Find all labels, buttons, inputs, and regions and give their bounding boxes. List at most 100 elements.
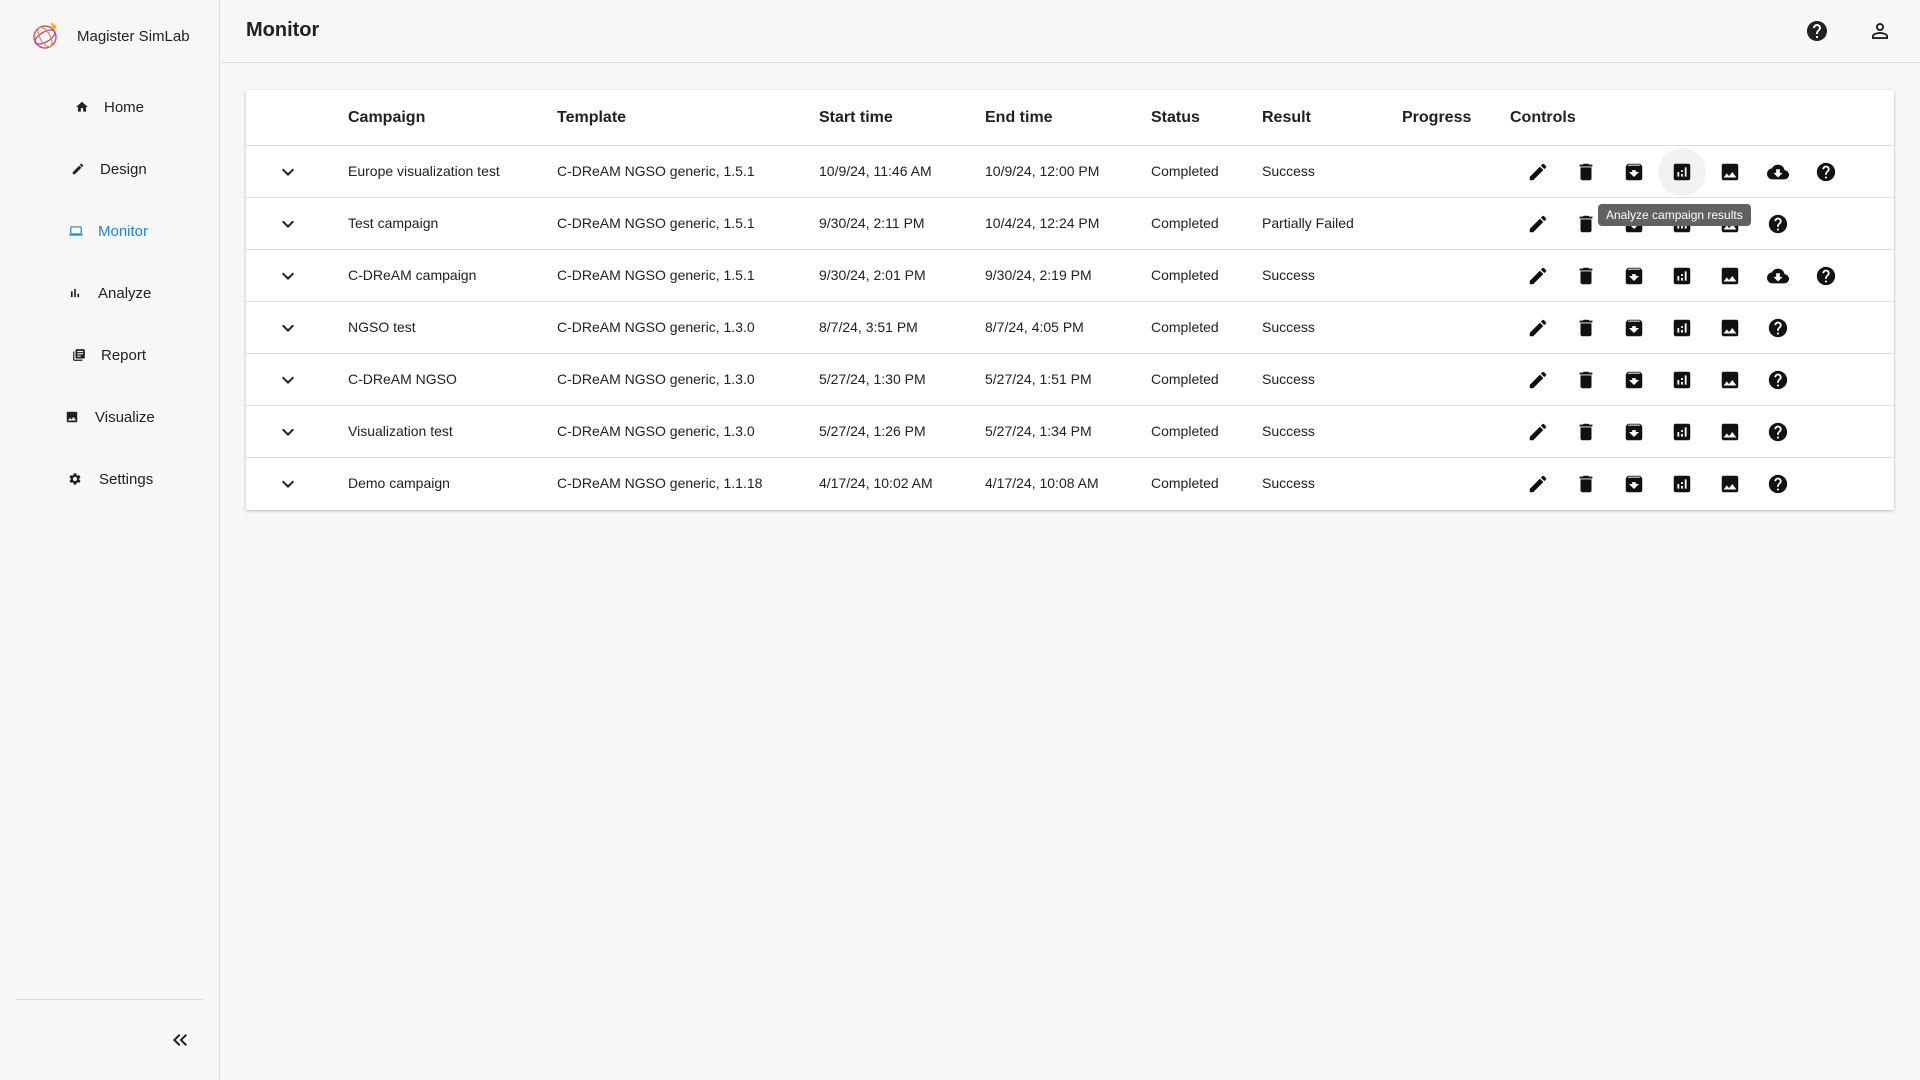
trash-icon xyxy=(1579,215,1593,233)
edit-campaign-button[interactable] xyxy=(1526,160,1550,184)
sidebar-item-label: Design xyxy=(100,160,147,178)
result: Success xyxy=(1262,267,1315,283)
chevron-down-icon xyxy=(282,480,294,488)
start-time: 5/27/24, 1:30 PM xyxy=(819,371,926,387)
column-header-status[interactable]: Status xyxy=(1151,109,1200,127)
sidebar-item-monitor[interactable]: Monitor xyxy=(0,200,220,262)
chevron-down-icon xyxy=(282,168,294,176)
column-header-start-time[interactable]: Start time xyxy=(819,109,893,127)
campaign-help-button[interactable] xyxy=(1814,160,1838,184)
sidebar-item-design[interactable]: Design xyxy=(0,138,220,200)
status: Completed xyxy=(1151,423,1219,439)
edit-campaign-button[interactable] xyxy=(1526,472,1550,496)
column-header-result[interactable]: Result xyxy=(1262,109,1311,127)
analyze-campaign-button[interactable] xyxy=(1658,148,1706,196)
logo-icon xyxy=(33,22,57,49)
analyze-campaign-button[interactable] xyxy=(1670,264,1694,288)
help-icon xyxy=(1768,474,1788,494)
visualize-campaign-button[interactable] xyxy=(1718,472,1742,496)
start-time: 9/30/24, 2:11 PM xyxy=(819,215,925,231)
sidebar-item-label: Visualize xyxy=(95,408,155,426)
delete-campaign-button[interactable] xyxy=(1574,472,1598,496)
edit-campaign-button[interactable] xyxy=(1526,316,1550,340)
visualize-campaign-button[interactable] xyxy=(1718,316,1742,340)
cloud-download-icon xyxy=(1767,164,1789,180)
help-button[interactable] xyxy=(1805,19,1829,43)
delete-campaign-button[interactable] xyxy=(1574,160,1598,184)
edit-campaign-button[interactable] xyxy=(1526,264,1550,288)
trash-icon xyxy=(1579,267,1593,285)
brand-name: Magister SimLab xyxy=(77,27,190,45)
analytics-icon xyxy=(1673,423,1691,441)
image-icon xyxy=(1721,475,1739,493)
expand-row-button[interactable] xyxy=(276,420,300,444)
analyze-campaign-button[interactable] xyxy=(1670,368,1694,392)
column-header-template[interactable]: Template xyxy=(557,109,626,127)
sidebar-item-settings[interactable]: Settings xyxy=(0,448,220,510)
expand-row-button[interactable] xyxy=(276,160,300,184)
table-row: Europe visualization test C-DReAM NGSO g… xyxy=(246,146,1894,198)
expand-row-button[interactable] xyxy=(276,264,300,288)
sidebar-item-home[interactable]: Home xyxy=(0,76,220,138)
bar-chart-icon xyxy=(67,285,83,301)
delete-campaign-button[interactable] xyxy=(1574,316,1598,340)
sidebar-item-analyze[interactable]: Analyze xyxy=(0,262,220,324)
edit-campaign-button[interactable] xyxy=(1526,420,1550,444)
visualize-campaign-button[interactable] xyxy=(1718,368,1742,392)
download-results-button[interactable] xyxy=(1766,160,1790,184)
end-time: 5/27/24, 1:34 PM xyxy=(985,423,1092,439)
archive-campaign-button[interactable] xyxy=(1622,472,1646,496)
expand-row-button[interactable] xyxy=(276,212,300,236)
expand-row-button[interactable] xyxy=(276,368,300,392)
cloud-download-icon xyxy=(1767,268,1789,284)
table-body: Europe visualization test C-DReAM NGSO g… xyxy=(246,146,1894,510)
brand[interactable]: Magister SimLab xyxy=(28,18,190,54)
delete-campaign-button[interactable] xyxy=(1574,212,1598,236)
sidebar-item-visualize[interactable]: Visualize xyxy=(0,386,220,448)
help-icon xyxy=(1816,162,1836,182)
trash-icon xyxy=(1579,423,1593,441)
delete-campaign-button[interactable] xyxy=(1574,264,1598,288)
edit-icon xyxy=(1529,267,1547,285)
analyze-campaign-button[interactable] xyxy=(1670,420,1694,444)
archive-campaign-button[interactable] xyxy=(1622,160,1646,184)
account-button[interactable] xyxy=(1868,19,1892,43)
collapse-sidebar-button[interactable] xyxy=(168,1028,192,1052)
column-header-campaign[interactable]: Campaign xyxy=(348,109,425,127)
archive-campaign-button[interactable] xyxy=(1622,420,1646,444)
sidebar-item-report[interactable]: Report xyxy=(0,324,220,386)
archive-campaign-button[interactable] xyxy=(1622,316,1646,340)
campaign-help-button[interactable] xyxy=(1766,472,1790,496)
end-time: 8/7/24, 4:05 PM xyxy=(985,319,1084,335)
visualize-campaign-button[interactable] xyxy=(1718,264,1742,288)
home-icon xyxy=(74,99,90,115)
chevron-down-icon xyxy=(282,324,294,332)
edit-campaign-button[interactable] xyxy=(1526,212,1550,236)
table-row: NGSO test C-DReAM NGSO generic, 1.3.0 8/… xyxy=(246,302,1894,354)
edit-campaign-button[interactable] xyxy=(1526,368,1550,392)
column-header-end-time[interactable]: End time xyxy=(985,109,1053,127)
campaign-help-button[interactable] xyxy=(1766,420,1790,444)
template-name: C-DReAM NGSO generic, 1.1.18 xyxy=(557,475,763,491)
chevron-down-icon xyxy=(282,272,294,280)
campaign-help-button[interactable] xyxy=(1814,264,1838,288)
archive-campaign-button[interactable] xyxy=(1622,368,1646,392)
visualize-campaign-button[interactable] xyxy=(1718,160,1742,184)
double-chevron-left-icon xyxy=(173,1034,187,1046)
result: Partially Failed xyxy=(1262,215,1354,231)
visualize-campaign-button[interactable] xyxy=(1718,420,1742,444)
campaign-help-button[interactable] xyxy=(1766,368,1790,392)
expand-row-button[interactable] xyxy=(276,316,300,340)
campaign-help-button[interactable] xyxy=(1766,212,1790,236)
archive-campaign-button[interactable] xyxy=(1622,264,1646,288)
page-title: Monitor xyxy=(246,19,320,41)
expand-row-button[interactable] xyxy=(276,472,300,496)
analyze-campaign-button[interactable] xyxy=(1670,316,1694,340)
delete-campaign-button[interactable] xyxy=(1574,420,1598,444)
download-results-button[interactable] xyxy=(1766,264,1790,288)
table-header: Campaign Template Start time End time St… xyxy=(246,90,1894,146)
delete-campaign-button[interactable] xyxy=(1574,368,1598,392)
edit-icon xyxy=(1529,475,1547,493)
campaign-help-button[interactable] xyxy=(1766,316,1790,340)
analyze-campaign-button[interactable] xyxy=(1670,472,1694,496)
